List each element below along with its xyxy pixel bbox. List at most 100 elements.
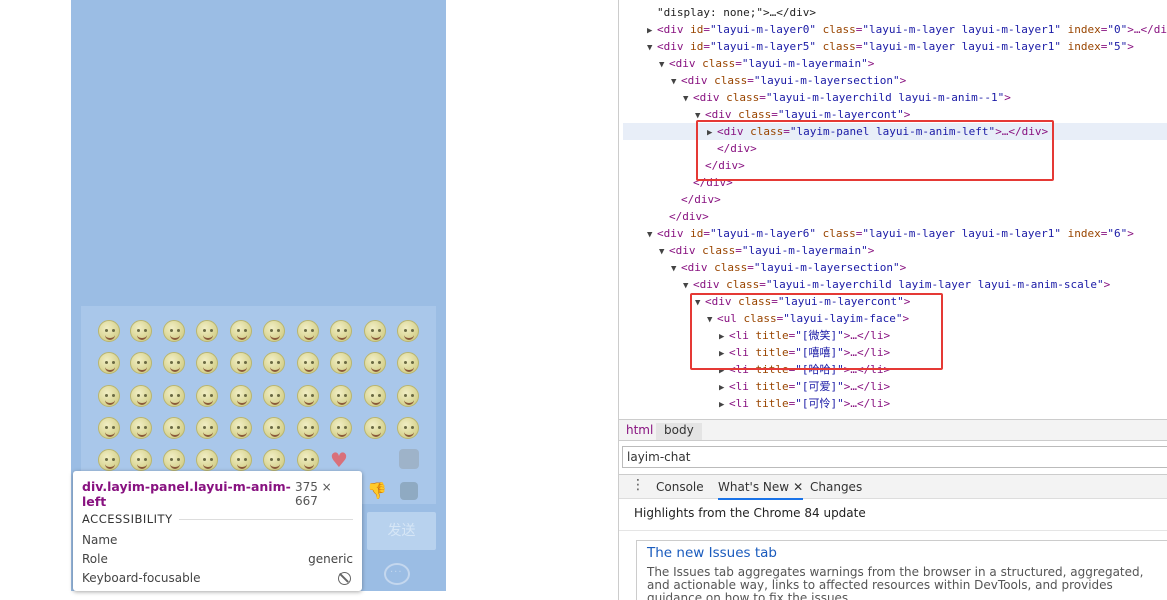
face-emoji-icon[interactable] <box>196 320 218 342</box>
face-emoji-icon[interactable] <box>230 449 252 471</box>
face-emoji-icon[interactable] <box>130 417 152 439</box>
dom-token: > <box>867 244 875 257</box>
collapse-arrow-icon[interactable]: ▼ <box>671 74 681 91</box>
face-emoji-icon[interactable] <box>230 320 252 342</box>
face-emoji-icon[interactable] <box>98 385 120 407</box>
face-emoji-icon[interactable] <box>330 352 352 374</box>
dom-node[interactable]: ▼ <div id="layui-m-layer5" class="layui-m… <box>647 38 1134 55</box>
collapse-arrow-icon[interactable]: ▼ <box>659 57 669 74</box>
chat-bubble-icon[interactable] <box>384 563 410 585</box>
collapse-arrow-icon[interactable]: ▼ <box>659 244 669 261</box>
face-emoji-icon[interactable] <box>397 352 419 374</box>
breadcrumb-html[interactable]: html <box>626 423 653 437</box>
dom-node[interactable]: ▶ <li title="[可爱]">…</li> <box>719 378 890 395</box>
face-emoji-icon[interactable] <box>163 352 185 374</box>
face-emoji-icon[interactable] <box>163 417 185 439</box>
face-emoji-icon[interactable] <box>330 385 352 407</box>
face-emoji-icon[interactable] <box>397 417 419 439</box>
face-emoji-icon[interactable] <box>364 385 386 407</box>
face-emoji-icon[interactable] <box>230 352 252 374</box>
dom-token: title <box>755 397 789 410</box>
face-emoji-icon[interactable] <box>130 449 152 471</box>
dom-token: "layui-m-layerchild layim-layer layui-m-… <box>765 278 1104 291</box>
bear-emoji-icon[interactable] <box>400 482 418 500</box>
dom-token: > <box>1004 91 1011 104</box>
face-emoji-icon[interactable] <box>196 417 218 439</box>
face-emoji-icon[interactable] <box>397 320 419 342</box>
face-emoji-icon[interactable] <box>98 449 120 471</box>
face-emoji-icon[interactable] <box>163 385 185 407</box>
dom-node[interactable]: ▼ <div class="layui-m-layerchild layui-m-… <box>683 89 1011 106</box>
face-emoji-icon[interactable] <box>130 320 152 342</box>
collapse-arrow-icon[interactable]: ▼ <box>683 91 693 108</box>
dom-token: index <box>1067 23 1101 36</box>
dom-token: "layui-m-layer0" <box>710 23 816 36</box>
face-emoji-icon[interactable] <box>330 417 352 439</box>
face-emoji-icon[interactable] <box>196 352 218 374</box>
face-emoji-icon[interactable] <box>364 417 386 439</box>
dom-node[interactable]: ▶ <li title="[可怜]">…</li> <box>719 395 890 412</box>
face-emoji-icon[interactable] <box>98 320 120 342</box>
face-emoji-icon[interactable] <box>196 385 218 407</box>
tab-changes[interactable]: Changes <box>810 480 862 494</box>
face-emoji-icon[interactable] <box>364 352 386 374</box>
face-emoji-icon[interactable] <box>196 449 218 471</box>
bear-emoji-icon[interactable] <box>399 449 419 469</box>
dom-node[interactable]: ▼ <div class="layui-m-layersection"> <box>671 259 906 276</box>
three-dots-icon[interactable]: ⋮ <box>631 478 645 492</box>
face-emoji-icon[interactable] <box>130 352 152 374</box>
search-input[interactable]: layim-chat <box>622 446 1167 468</box>
dom-token: >…</li> <box>843 397 891 410</box>
face-emoji-icon[interactable] <box>397 385 419 407</box>
dom-node[interactable]: </div> <box>659 208 709 225</box>
collapse-arrow-icon[interactable]: ▼ <box>647 40 657 57</box>
face-emoji-icon[interactable] <box>230 417 252 439</box>
face-emoji-icon[interactable] <box>163 320 185 342</box>
face-emoji-icon[interactable] <box>230 385 252 407</box>
dom-node[interactable]: ▼ <div class="layui-m-layermain"> <box>659 55 874 72</box>
dom-node[interactable]: ▼ <div class="layui-m-layermain"> <box>659 242 874 259</box>
face-emoji-icon[interactable] <box>98 417 120 439</box>
dom-node[interactable]: </div> <box>671 191 721 208</box>
dom-node[interactable]: ▼ <div class="layui-m-layerchild layim-la… <box>683 276 1110 293</box>
face-emoji-icon[interactable] <box>297 352 319 374</box>
card-title-link[interactable]: The new Issues tab <box>647 545 1160 561</box>
collapse-arrow-icon[interactable]: ▼ <box>647 227 657 244</box>
face-emoji-icon[interactable] <box>297 385 319 407</box>
dom-token: "layui-m-layersection" <box>753 74 900 87</box>
face-emoji-icon[interactable] <box>263 417 285 439</box>
thumb-down-icon[interactable]: 👎 <box>367 481 387 501</box>
tooltip-row-label: Name <box>82 533 118 547</box>
expand-arrow-icon[interactable]: ▶ <box>719 397 729 414</box>
dom-node[interactable]: ▶ <div id="layui-m-layer0" class="layui-m… <box>647 21 1167 38</box>
face-emoji-icon[interactable] <box>163 449 185 471</box>
face-emoji-icon[interactable] <box>98 352 120 374</box>
dom-token: "0" <box>1107 23 1128 36</box>
face-emoji-icon[interactable] <box>364 320 386 342</box>
face-emoji-icon[interactable] <box>130 385 152 407</box>
dom-token: <div <box>669 57 703 70</box>
divider <box>619 530 1167 531</box>
dom-node[interactable]: ▼ <div id="layui-m-layer6" class="layui-m… <box>647 225 1134 242</box>
heart-emoji-icon[interactable]: ♥ <box>330 449 348 471</box>
face-emoji-icon[interactable] <box>263 320 285 342</box>
dom-node[interactable]: "display: none;">…</div> <box>647 4 816 21</box>
face-emoji-icon[interactable] <box>263 352 285 374</box>
face-emoji-icon[interactable] <box>263 449 285 471</box>
tab-whats-new[interactable]: What's New ✕ <box>718 480 804 500</box>
face-emoji-icon[interactable] <box>297 417 319 439</box>
inspect-tooltip: div.layim-panel.layui-m-anim-left 375 × … <box>73 471 362 591</box>
breadcrumb-body[interactable]: body <box>656 423 702 440</box>
collapse-arrow-icon[interactable]: ▼ <box>671 261 681 278</box>
dom-node[interactable]: ▼ <div class="layui-m-layersection"> <box>671 72 906 89</box>
face-emoji-icon[interactable] <box>297 320 319 342</box>
dom-token: <div <box>657 23 691 36</box>
face-emoji-icon[interactable] <box>263 385 285 407</box>
tab-console[interactable]: Console <box>656 480 704 494</box>
send-button[interactable]: 发送 <box>367 512 436 550</box>
tab-label: What's New <box>718 480 790 494</box>
close-icon[interactable]: ✕ <box>793 480 803 494</box>
face-emoji-icon[interactable] <box>330 320 352 342</box>
face-emoji-icon[interactable] <box>297 449 319 471</box>
tooltip-row-value: generic <box>308 552 353 566</box>
